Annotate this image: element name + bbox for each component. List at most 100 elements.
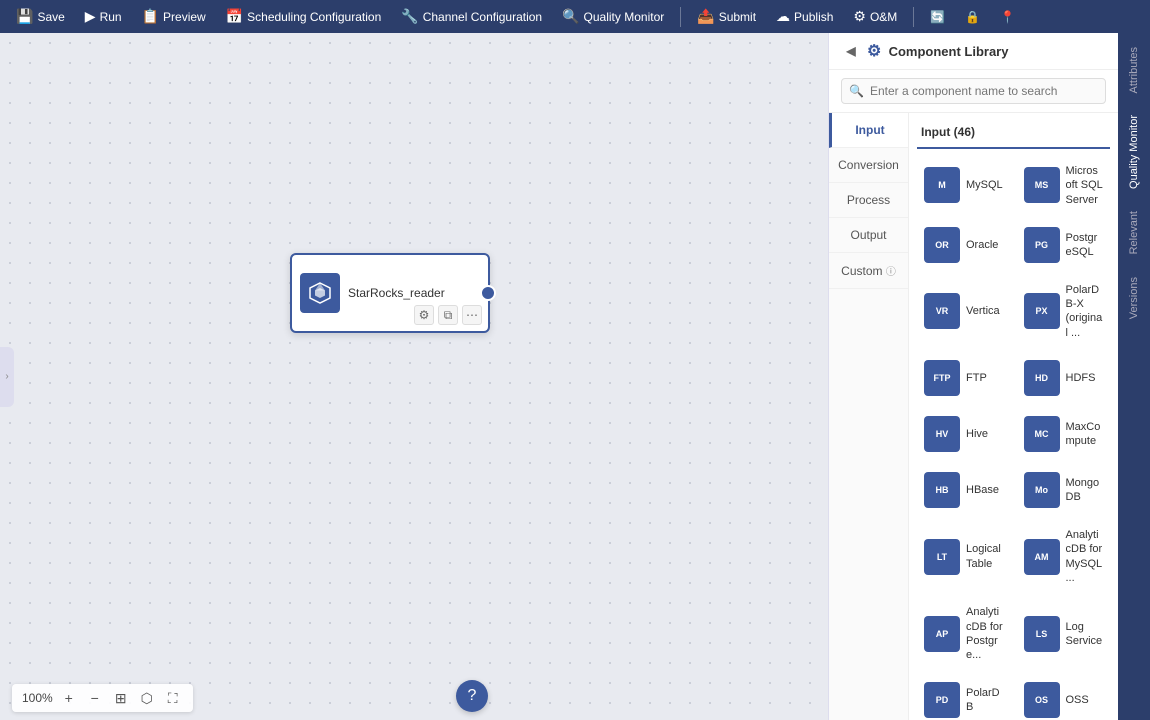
component-icon-vertica: VR <box>924 293 960 329</box>
quality-button[interactable]: 🔍 Quality Monitor <box>554 4 672 29</box>
library-body: Input Conversion Process Output Custom ⓘ… <box>829 113 1118 720</box>
component-analyticdb-mysql[interactable]: AMAnalyticDB for MySQL... <box>1017 521 1111 592</box>
tab-quality-monitor[interactable]: Quality Monitor <box>1124 105 1144 199</box>
lock-button[interactable]: 🔒 <box>957 6 988 28</box>
preview-button[interactable]: 📋 Preview <box>134 4 214 29</box>
component-label-analyticdb-mysql: AnalyticDB for MySQL... <box>1066 528 1104 585</box>
active-tab-label: Input (46) <box>917 121 1110 149</box>
zoom-level: 100% <box>22 691 53 705</box>
component-oss[interactable]: OSOSS <box>1017 675 1111 720</box>
category-sidebar: Input Conversion Process Output Custom ⓘ <box>829 113 909 720</box>
library-toggle-btn[interactable]: ◀ <box>841 41 861 61</box>
om-button[interactable]: ⚙ O&M <box>845 4 905 29</box>
component-label-ftp: FTP <box>966 371 987 385</box>
component-maxcompute[interactable]: MCMaxCompute <box>1017 409 1111 459</box>
component-mongodb[interactable]: MoMongoDB <box>1017 465 1111 515</box>
help-button[interactable]: ? <box>456 680 488 712</box>
component-analyticdb-pg[interactable]: APAnalyticDB for Postgre... <box>917 598 1011 669</box>
component-label-maxcompute: MaxCompute <box>1066 420 1104 449</box>
zoom-in-btn[interactable]: + <box>59 688 79 708</box>
node-settings-btn[interactable]: ⚙ <box>414 305 434 325</box>
component-icon-postgresql: PG <box>1024 227 1060 263</box>
component-icon-logicaltable: LT <box>924 539 960 575</box>
component-label-hbase: HBase <box>966 483 999 497</box>
canvas-area[interactable]: › StarRocks_reader ⚙ ⧉ ⋯ 100% + − <box>0 33 828 720</box>
zoom-fullscreen-btn[interactable]: ⛶ <box>163 688 183 708</box>
tab-relevant[interactable]: Relevant <box>1124 201 1144 264</box>
tab-attributes[interactable]: Attributes <box>1124 37 1144 103</box>
zoom-out-btn[interactable]: − <box>85 688 105 708</box>
scheduling-button[interactable]: 📅 Scheduling Configuration <box>218 4 390 29</box>
zoom-fit-btn[interactable]: ⊞ <box>111 688 131 708</box>
component-mssql[interactable]: MSMicrosoft SQL Server <box>1017 157 1111 214</box>
component-library: ◀ ⚙ Component Library 🔍 Input <box>828 33 1118 720</box>
component-icon-oracle: OR <box>924 227 960 263</box>
category-conversion[interactable]: Conversion <box>829 148 908 183</box>
component-polardb[interactable]: PDPolarDB <box>917 675 1011 720</box>
scheduling-icon: 📅 <box>226 8 243 25</box>
library-search: 🔍 <box>829 70 1118 113</box>
component-label-hive: Hive <box>966 427 988 441</box>
toolbar-divider-1 <box>680 7 681 27</box>
component-mysql[interactable]: M MySQL <box>917 157 1011 214</box>
node-title: StarRocks_reader <box>348 286 480 300</box>
publish-button[interactable]: ☁ Publish <box>768 4 841 29</box>
search-input[interactable] <box>841 78 1106 104</box>
component-label-postgresql: PostgreSQL <box>1066 231 1104 260</box>
component-label-mssql: Microsoft SQL Server <box>1066 164 1104 207</box>
component-icon-analyticdb-mysql: AM <box>1024 539 1060 575</box>
node-copy-btn[interactable]: ⧉ <box>438 305 458 325</box>
component-icon-polardb-x: PX <box>1024 293 1060 329</box>
library-title: ⚙ Component Library <box>867 41 1008 61</box>
main-layout: › StarRocks_reader ⚙ ⧉ ⋯ 100% + − <box>0 33 1150 720</box>
component-oracle[interactable]: OROracle <box>917 220 1011 270</box>
submit-button[interactable]: 📤 Submit <box>689 4 764 29</box>
node-actions: ⚙ ⧉ ⋯ <box>414 305 482 325</box>
component-hdfs[interactable]: HDHDFS <box>1017 353 1111 403</box>
component-label-mysql: MySQL <box>966 178 1003 192</box>
save-button[interactable]: 💾 Save <box>8 4 73 29</box>
publish-icon: ☁ <box>776 8 790 25</box>
component-logservice[interactable]: LSLog Service <box>1017 598 1111 669</box>
om-icon: ⚙ <box>853 8 866 25</box>
component-postgresql[interactable]: PGPostgreSQL <box>1017 220 1111 270</box>
component-polardb-x[interactable]: PXPolarDB-X (original ... <box>1017 276 1111 347</box>
component-icon-mssql: MS <box>1024 167 1060 203</box>
toolbar-divider-2 <box>913 7 914 27</box>
component-label-oss: OSS <box>1066 693 1089 707</box>
component-icon-hbase: HB <box>924 472 960 508</box>
node-more-btn[interactable]: ⋯ <box>462 305 482 325</box>
component-icon-ftp: FTP <box>924 360 960 396</box>
right-sidebar: Attributes Quality Monitor Relevant Vers… <box>1118 33 1150 720</box>
component-label-analyticdb-pg: AnalyticDB for Postgre... <box>966 605 1004 662</box>
category-input[interactable]: Input <box>829 113 908 148</box>
library-header-left: ◀ ⚙ Component Library <box>841 41 1008 61</box>
component-label-logservice: Log Service <box>1066 620 1104 649</box>
save-icon: 💾 <box>16 8 33 25</box>
component-logicaltable[interactable]: LTLogicalTable <box>917 521 1011 592</box>
category-process[interactable]: Process <box>829 183 908 218</box>
node-icon-box <box>300 273 340 313</box>
component-label-polardb: PolarDB <box>966 686 1004 715</box>
channel-icon: 🔧 <box>401 8 418 25</box>
component-ftp[interactable]: FTP FTP <box>917 353 1011 403</box>
channel-button[interactable]: 🔧 Channel Configuration <box>393 4 550 29</box>
component-label-logicaltable: LogicalTable <box>966 542 1004 571</box>
location-button[interactable]: 📍 <box>992 6 1023 28</box>
left-panel-toggle[interactable]: › <box>0 347 14 407</box>
run-button[interactable]: ▶ Run <box>77 4 130 29</box>
component-hive[interactable]: HVHive <box>917 409 1011 459</box>
component-hbase[interactable]: HB HBase <box>917 465 1011 515</box>
zoom-expand-btn[interactable]: ⬡ <box>137 688 157 708</box>
component-vertica[interactable]: VRVertica <box>917 276 1011 347</box>
node-card[interactable]: StarRocks_reader ⚙ ⧉ ⋯ <box>290 253 490 333</box>
refresh-button[interactable]: 🔄 <box>922 6 953 28</box>
component-icon-analyticdb-pg: AP <box>924 616 960 652</box>
node-connector-right[interactable] <box>480 285 496 301</box>
category-custom[interactable]: Custom ⓘ <box>829 253 908 289</box>
zoom-bar: 100% + − ⊞ ⬡ ⛶ <box>12 684 193 712</box>
tab-versions[interactable]: Versions <box>1124 267 1144 329</box>
library-header: ◀ ⚙ Component Library <box>829 33 1118 70</box>
component-icon-mysql: M <box>924 167 960 203</box>
category-output[interactable]: Output <box>829 218 908 253</box>
